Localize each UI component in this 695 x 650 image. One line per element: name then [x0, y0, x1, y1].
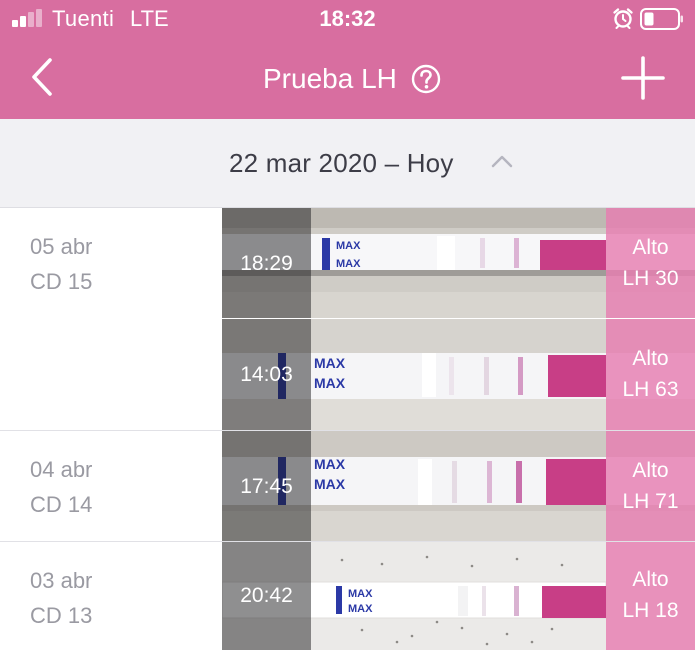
strip-max-text: MAX	[314, 476, 346, 492]
strip-max-text: MAX	[348, 603, 373, 615]
cycle-day: CD 15	[30, 269, 93, 294]
result-panel: Alto LH 30	[606, 208, 695, 318]
test-time: 17:45	[240, 475, 293, 498]
result-value: LH 71	[622, 490, 679, 513]
question-circle-icon[interactable]	[411, 64, 441, 94]
day-date: 05 abr	[30, 234, 93, 259]
test-entry[interactable]: MAX MAX 17:45 Alto LH 71	[222, 431, 695, 541]
test-entry[interactable]: MAX MAX 18:29 Alto LH 30	[222, 208, 695, 318]
day-date: 04 abr	[30, 457, 93, 482]
result-panel: Alto LH 63	[606, 319, 695, 430]
result-panel: Alto LH 18	[606, 542, 695, 650]
day-header: 05 abr CD 15	[0, 208, 222, 430]
result-level: Alto	[632, 459, 669, 482]
day-date: 03 abr	[30, 568, 93, 593]
date-range-label: 22 mar 2020 – Hoy	[229, 148, 454, 178]
strip-max-text: MAX	[314, 456, 346, 472]
status-bar: Tuenti LTE 18:32	[0, 0, 695, 38]
time-panel: 17:45	[222, 431, 311, 541]
result-level: Alto	[632, 347, 669, 370]
cycle-day: CD 14	[30, 492, 93, 517]
app-header: Tuenti LTE 18:32 Prueba LH	[0, 0, 695, 119]
test-time: 18:29	[240, 252, 293, 275]
status-clock: 18:32	[319, 6, 376, 31]
cycle-day: CD 13	[30, 603, 93, 628]
plus-icon[interactable]	[618, 53, 668, 103]
test-entry[interactable]: MAX MAX 14:03 Alto LH 63	[222, 319, 695, 430]
lh-test-list: 05 abr CD 15 MAX MAX 18:29 Alto LH 30 MA…	[0, 208, 695, 650]
strip-max-text: MAX	[348, 588, 373, 600]
day-header: 04 abr CD 14	[0, 431, 222, 541]
test-entry[interactable]: MAX MAX 20:42 Alto LH 18	[222, 542, 695, 650]
navigation-bar: Prueba LH	[0, 38, 695, 119]
result-value: LH 30	[622, 267, 679, 290]
day-header: 03 abr CD 13	[0, 542, 222, 650]
time-panel: 14:03	[222, 319, 311, 430]
alarm-icon	[613, 8, 633, 29]
strip-max-text: MAX	[314, 375, 346, 391]
time-panel: 18:29	[222, 208, 311, 318]
strip-max-text: MAX	[314, 355, 346, 371]
result-value: LH 18	[622, 599, 679, 622]
chevron-up-icon[interactable]	[489, 152, 515, 170]
test-time: 20:42	[240, 584, 293, 607]
date-range-bar[interactable]: 22 mar 2020 – Hoy	[0, 119, 695, 208]
time-panel: 20:42	[222, 542, 311, 650]
page-title: Prueba LH	[263, 63, 397, 94]
battery-icon	[640, 8, 683, 30]
test-time: 14:03	[240, 363, 293, 386]
result-level: Alto	[632, 568, 669, 591]
strip-max-text: MAX	[336, 258, 361, 270]
result-level: Alto	[632, 236, 669, 259]
chevron-left-icon[interactable]	[22, 52, 62, 102]
strip-max-text: MAX	[336, 240, 361, 252]
result-value: LH 63	[622, 378, 679, 401]
result-panel: Alto LH 71	[606, 431, 695, 541]
